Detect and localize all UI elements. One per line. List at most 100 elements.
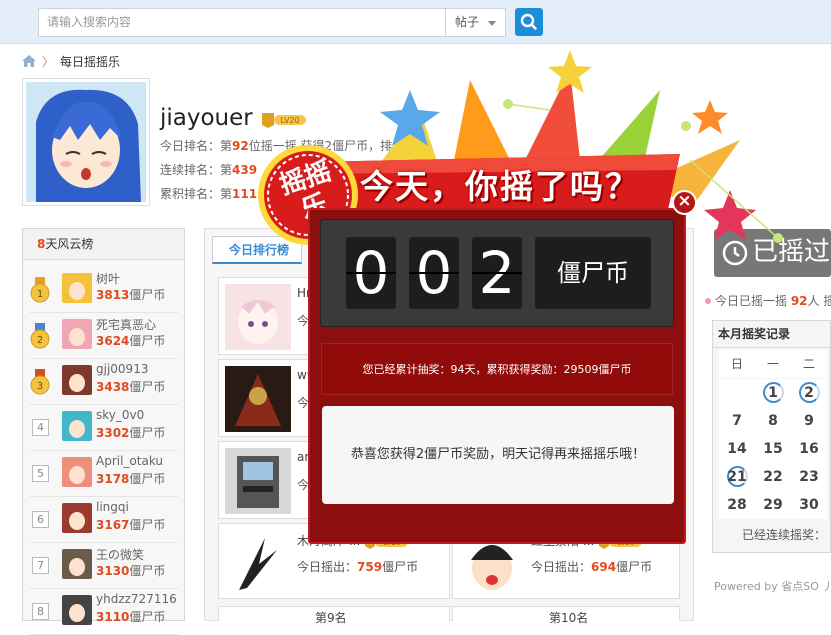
rank-coins: 3167僵尸币 xyxy=(96,516,165,533)
breadcrumb-separator: 〉 xyxy=(42,55,55,69)
leaderboard-item[interactable]: 4 sky_0v0 3302僵尸币 xyxy=(30,405,178,451)
calendar-day: 9 xyxy=(791,407,827,435)
rank-coins: 3438僵尸币 xyxy=(96,378,165,395)
ranking-card[interactable]: 第9名 xyxy=(218,606,450,625)
rank-name[interactable]: lingqi xyxy=(96,500,129,514)
rank-avatar[interactable] xyxy=(62,411,92,441)
calendar-day-number: 28 xyxy=(727,497,747,513)
calendar-day-number: 22 xyxy=(763,469,783,485)
rank-name[interactable]: gjj00913 xyxy=(96,362,148,376)
rank-coins-unit: 僵尸币 xyxy=(129,610,166,624)
rank-coins-value: 3438 xyxy=(96,380,130,394)
stat-label: 今日排名：第 xyxy=(160,139,233,153)
rank-coins-value: 3167 xyxy=(96,518,130,532)
leaderboard-item[interactable]: 8 yhdzz727116 3110僵尸币 xyxy=(30,589,178,635)
calendar-day-number: 29 xyxy=(763,497,783,513)
rank-avatar[interactable] xyxy=(62,273,92,303)
leaderboard-item[interactable]: 6 lingqi 3167僵尸币 xyxy=(30,497,178,543)
search-button[interactable] xyxy=(515,8,543,36)
card-name[interactable]: 第10名 xyxy=(549,609,588,626)
calendar-day: 2 xyxy=(791,379,827,407)
counter-digit: 0 xyxy=(409,237,459,309)
calendar-day-number: 16 xyxy=(799,441,819,457)
rank-name[interactable]: April_otaku xyxy=(96,454,163,468)
card-text-value: 759 xyxy=(357,560,383,574)
stat-streak: 连续排名：第439 xyxy=(160,161,257,178)
rank-avatar[interactable] xyxy=(62,365,92,395)
calendar-day: 14 xyxy=(719,435,755,463)
calendar-weekday: 二 xyxy=(791,350,827,378)
search-type-label: 帖子 xyxy=(455,15,480,29)
rank-avatar[interactable] xyxy=(62,503,92,533)
search-type-select[interactable]: 帖子 xyxy=(446,8,506,37)
leaderboard-item[interactable]: 7 王の微笑 3130僵尸币 xyxy=(30,543,178,589)
rank-avatar[interactable] xyxy=(62,549,92,579)
card-avatar xyxy=(225,448,291,514)
rank-number: 6 xyxy=(32,511,49,528)
calendar-day-number: 1 xyxy=(768,385,778,401)
rank-name[interactable]: 树叶 xyxy=(96,270,120,287)
stat-total: 累积排名：第111 xyxy=(160,185,257,202)
card-text-label: 今日摇出： xyxy=(531,560,592,574)
search-input[interactable]: 请输入搜索内容 xyxy=(38,8,446,37)
calendar-day: 30 xyxy=(791,491,827,519)
calendar-day-number: 7 xyxy=(732,413,742,429)
breadcrumb: 〉每日摇摇乐 xyxy=(22,53,120,71)
rank-coins-value: 3178 xyxy=(96,472,130,486)
close-modal-button[interactable]: × xyxy=(672,190,697,215)
leaderboard-item[interactable]: 5 April_otaku 3178僵尸币 xyxy=(30,451,178,497)
rank-number: 1 xyxy=(37,289,43,300)
calendar-day: 22 xyxy=(755,463,791,491)
rank-number: 8 xyxy=(32,603,49,620)
rank-coins-unit: 僵尸币 xyxy=(129,380,166,394)
calendar-weekday: 一 xyxy=(755,350,791,378)
card-avatar xyxy=(225,530,291,596)
leaderboard-item[interactable]: 2 死宅真恶心 3624僵尸币 xyxy=(30,313,178,359)
leaderboard-item[interactable]: 3 gjj00913 3438僵尸币 xyxy=(30,359,178,405)
ranking-card[interactable]: 第10名 xyxy=(452,606,680,625)
user-avatar[interactable] xyxy=(22,78,150,206)
rank-coins-unit: 僵尸币 xyxy=(129,518,166,532)
calendar-day-number: 8 xyxy=(768,413,778,429)
username-text: jiayouer xyxy=(160,105,253,131)
today-shake-prefix: 今日已摇一摇 xyxy=(715,294,791,308)
home-icon[interactable] xyxy=(22,55,36,67)
leaderboard-item[interactable]: 1 树叶 3813僵尸币 xyxy=(30,267,178,313)
rank-name[interactable]: 王の微笑 xyxy=(96,546,144,563)
stat-value: 92 xyxy=(232,139,249,153)
rank-number: 3 xyxy=(37,381,43,392)
calendar-day: 8 xyxy=(755,407,791,435)
rank-number: 5 xyxy=(32,465,49,482)
calendar-day-number: 23 xyxy=(799,469,819,485)
calendar-weekday: 日 xyxy=(719,350,755,378)
rank-name[interactable]: 死宅真恶心 xyxy=(96,316,156,333)
breadcrumb-current[interactable]: 每日摇摇乐 xyxy=(60,55,120,69)
today-shake-suffix: 人 摇 xyxy=(807,294,831,308)
rank-number: 7 xyxy=(32,557,49,574)
calendar-day: 15 xyxy=(755,435,791,463)
search-icon xyxy=(520,13,537,30)
rank-name[interactable]: yhdzz727116 xyxy=(96,592,177,606)
calendar-day-number: 21 xyxy=(727,469,747,485)
rank-coins-value: 3813 xyxy=(96,288,130,302)
rank-number: 2 xyxy=(37,335,43,346)
calendar-day: 21 xyxy=(719,463,755,491)
card-name[interactable]: 第9名 xyxy=(315,609,347,626)
rank-number: 4 xyxy=(32,419,49,436)
rank-coins-unit: 僵尸币 xyxy=(129,426,166,440)
stat-label: 累积排名：第 xyxy=(160,187,233,201)
bullet-icon xyxy=(705,298,711,304)
card-avatar xyxy=(225,284,291,350)
powered-by: Powered by 省点SO 丿 xyxy=(714,580,831,593)
rank-avatar[interactable] xyxy=(62,319,92,349)
calendar-day: 7 xyxy=(719,407,755,435)
calendar-day-number: 9 xyxy=(804,413,814,429)
medal-icon: 3 xyxy=(30,369,50,395)
rank-name[interactable]: sky_0v0 xyxy=(96,408,144,422)
calendar-day: 23 xyxy=(791,463,827,491)
leaderboard-title-text: 天风云榜 xyxy=(45,237,94,251)
calendar-day-number: 30 xyxy=(799,497,819,513)
card-text-unit: 僵尸币 xyxy=(616,560,653,574)
today-shake-count: 今日已摇一摇 92人 摇 xyxy=(705,292,831,309)
rank-avatar[interactable] xyxy=(62,457,92,487)
